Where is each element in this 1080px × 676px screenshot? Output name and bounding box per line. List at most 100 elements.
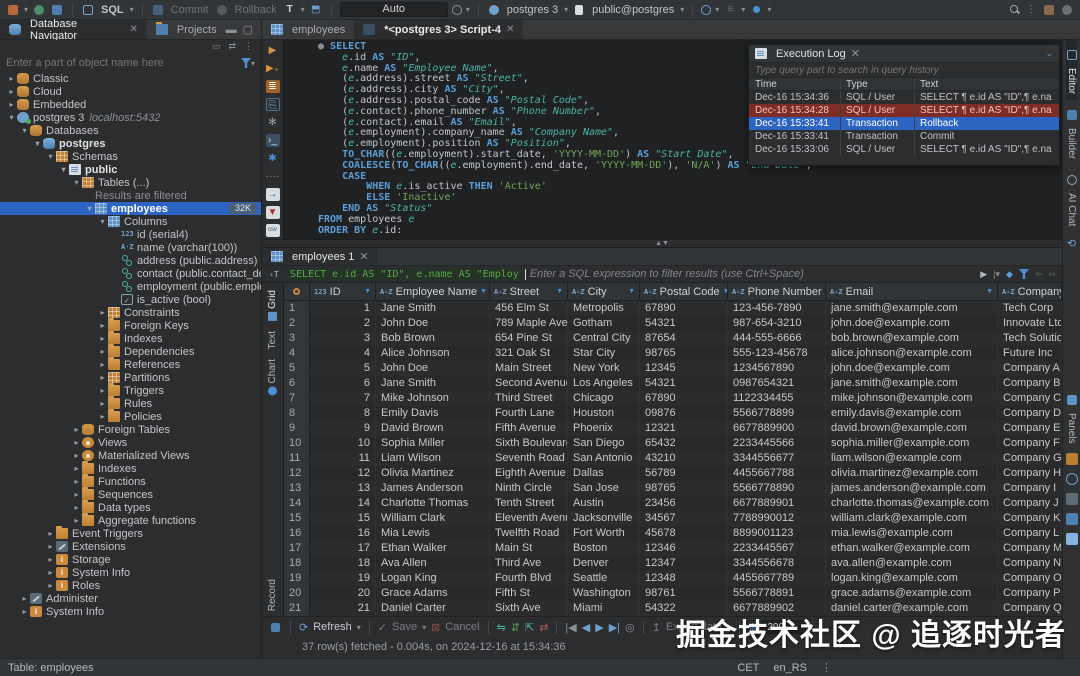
table-cell[interactable]: Company I <box>998 481 1062 496</box>
tree-item[interactable]: ▸Indexes <box>0 332 261 345</box>
row-number[interactable]: 11 <box>284 451 310 466</box>
log-cell[interactable]: Commit <box>915 130 1059 143</box>
tree-expander-icon[interactable]: ▾ <box>84 204 95 213</box>
table-cell[interactable]: 12321 <box>640 421 728 436</box>
table-cell[interactable]: Company F <box>998 436 1062 451</box>
refresh-icon[interactable]: ⟲ <box>1066 237 1078 249</box>
table-cell[interactable]: Washington <box>568 586 640 601</box>
table-cell[interactable]: David Brown <box>376 421 490 436</box>
table-cell[interactable]: 321 Oak St <box>490 346 568 361</box>
log-cell[interactable]: Transaction <box>841 130 915 143</box>
tree-item[interactable]: ▸Sequences <box>0 488 261 501</box>
column-header-street[interactable]: A-ZStreet▼ <box>490 283 568 300</box>
table-cell[interactable]: 54321 <box>640 376 728 391</box>
tree-expander-icon[interactable]: ▾ <box>19 126 30 135</box>
tab-projects[interactable]: Projects <box>147 20 226 39</box>
tree-expander-icon[interactable]: ▸ <box>71 490 82 499</box>
tree-item[interactable]: ▸Constraints <box>0 306 261 319</box>
table-cell[interactable]: Grace Adams <box>376 586 490 601</box>
table-cell[interactable]: Seventh Road <box>490 451 568 466</box>
sql-dropdown[interactable]: ▾ <box>130 5 134 14</box>
first-row-icon[interactable]: |◀ <box>565 621 576 634</box>
table-cell[interactable]: Future Inc <box>998 346 1062 361</box>
tree-expander-icon[interactable]: ▸ <box>97 360 108 369</box>
table-cell[interactable]: Company B <box>998 376 1062 391</box>
column-filter-icon[interactable]: ▼ <box>480 288 487 295</box>
table-cell[interactable]: Fourth Lane <box>490 406 568 421</box>
table-cell[interactable]: Fifth St <box>490 586 568 601</box>
filter-history-dropdown[interactable]: |▾ <box>993 269 1000 280</box>
table-cell[interactable]: John Doe <box>376 361 490 376</box>
table-cell[interactable]: liam.wilson@example.com <box>826 451 998 466</box>
table-cell[interactable]: 6677889900 <box>728 421 826 436</box>
tree-expander-icon[interactable]: ▸ <box>19 594 30 603</box>
table-cell[interactable]: 19 <box>310 571 376 586</box>
log-row[interactable]: Dec-16 15:33:41TransactionCommit <box>749 130 1059 143</box>
table-cell[interactable]: Jacksonville <box>568 511 640 526</box>
row-number[interactable]: 1 <box>284 301 310 316</box>
duplicate-row-icon[interactable]: ⇵ <box>511 621 520 634</box>
filter-hint[interactable]: Enter a SQL expression to filter results… <box>530 268 976 280</box>
row-number[interactable]: 6 <box>284 376 310 391</box>
rail-tab-builder[interactable]: Builder <box>1066 100 1077 165</box>
tree-item[interactable]: ▸Materialized Views <box>0 449 261 462</box>
table-cell[interactable]: 45678 <box>640 526 728 541</box>
table-cell[interactable]: Company K <box>998 511 1062 526</box>
column-header-id[interactable]: 123ID▼ <box>310 283 376 300</box>
row-number[interactable]: 17 <box>284 541 310 556</box>
table-cell[interactable]: jane.smith@example.com <box>826 376 998 391</box>
table-cell[interactable]: Twelfth Road <box>490 526 568 541</box>
commit-button[interactable]: Commit <box>169 4 211 16</box>
table-cell[interactable]: Chicago <box>568 391 640 406</box>
tree-item[interactable]: ▾Schemas <box>0 150 261 163</box>
table-cell[interactable]: 1234567890 <box>728 361 826 376</box>
tree-expander-icon[interactable]: ▸ <box>71 477 82 486</box>
table-cell[interactable]: 5 <box>310 361 376 376</box>
export-result-icon[interactable]: → <box>266 188 280 201</box>
panel-toggle-icon[interactable] <box>268 620 282 634</box>
table-cell[interactable]: 7788990012 <box>728 511 826 526</box>
tree-item[interactable]: ▸iStorage <box>0 553 261 566</box>
rail-tab-editor[interactable]: Editor <box>1066 40 1077 100</box>
table-cell[interactable]: 67890 <box>640 391 728 406</box>
tree-item[interactable]: ▸Views <box>0 436 261 449</box>
table-cell[interactable]: Bob Brown <box>376 331 490 346</box>
filter-settings-icon[interactable] <box>1019 269 1029 279</box>
tree-item[interactable]: employment (public.employment_ <box>0 280 261 293</box>
table-cell[interactable]: 123-456-7890 <box>728 301 826 316</box>
log-col-time[interactable]: Time <box>749 78 841 90</box>
table-cell[interactable]: Eighth Avenue <box>490 466 568 481</box>
table-cell[interactable]: 13 <box>310 481 376 496</box>
table-cell[interactable]: logan.king@example.com <box>826 571 998 586</box>
transaction-dropdown[interactable]: ▾ <box>301 5 305 14</box>
table-cell[interactable]: 15 <box>310 511 376 526</box>
presentation-text[interactable]: Text <box>267 326 278 354</box>
table-cell[interactable]: 10 <box>310 436 376 451</box>
table-row[interactable]: 33Bob Brown654 Pine StCentral City876544… <box>284 331 1062 346</box>
isolation-combo[interactable]: Auto <box>340 2 448 17</box>
code-line[interactable]: FROM employees e <box>318 215 1062 226</box>
table-cell[interactable]: 98765 <box>640 346 728 361</box>
connect-icon[interactable] <box>32 3 46 17</box>
tree-expander-icon[interactable]: ▾ <box>71 178 82 187</box>
tree-expander-icon[interactable]: ▸ <box>71 425 82 434</box>
table-cell[interactable]: ava.allen@example.com <box>826 556 998 571</box>
log-cell[interactable]: SELECT ¶ e.id AS "ID",¶ e.na <box>915 143 1059 156</box>
tree-expander-icon[interactable]: ▸ <box>97 334 108 343</box>
open-connection-icon[interactable] <box>50 3 64 17</box>
results-tab-employees-1[interactable]: employees 1 ✕ <box>262 248 378 265</box>
tree-expander-icon[interactable]: ▸ <box>71 516 82 525</box>
table-cell[interactable]: 8899001123 <box>728 526 826 541</box>
table-cell[interactable]: Tech Solutions <box>998 331 1062 346</box>
table-cell[interactable]: 4 <box>310 346 376 361</box>
sql-editor-icon[interactable] <box>81 3 95 17</box>
table-cell[interactable]: 98765 <box>640 481 728 496</box>
table-cell[interactable]: Company H <box>998 466 1062 481</box>
tree-item[interactable]: 123id (serial4) <box>0 228 261 241</box>
table-cell[interactable]: 9 <box>310 421 376 436</box>
tree-expander-icon[interactable]: ▸ <box>97 347 108 356</box>
log-row[interactable]: Dec-16 15:34:28SQL / UserSELECT ¶ e.id A… <box>749 104 1059 117</box>
row-number[interactable]: 3 <box>284 331 310 346</box>
sql-menu[interactable]: SQL <box>99 4 126 16</box>
tree-item[interactable]: ▸Policies <box>0 410 261 423</box>
